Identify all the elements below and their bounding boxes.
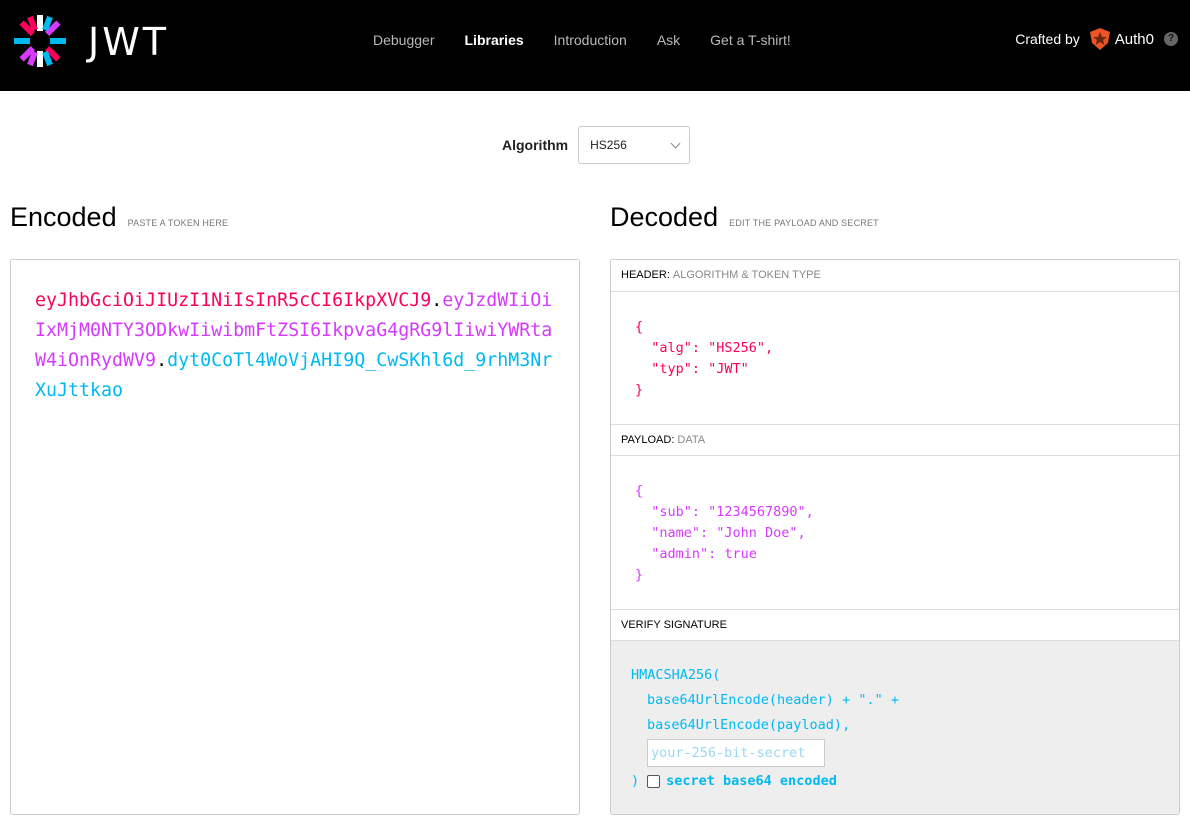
algorithm-row: Algorithm HS256 [502, 126, 691, 164]
header-json-editor[interactable]: { "alg": "HS256", "typ": "JWT" } [611, 292, 1179, 424]
crafted-by-label: Crafted by [1015, 31, 1080, 47]
base64-checkbox-label[interactable]: secret base64 encoded [666, 769, 837, 794]
sig-header-line: base64UrlEncode(header) + "." + [647, 692, 899, 708]
nav-link-get-tshirt[interactable]: Get a T-shirt! [710, 31, 791, 49]
signature-panel-title: VERIFY SIGNATURE [611, 609, 1179, 641]
nav-link-ask[interactable]: Ask [657, 31, 680, 49]
secret-input[interactable]: your-256-bit-secret [647, 739, 825, 767]
sig-close-paren: ) [631, 773, 640, 789]
signature-body: HMACSHA256( base64UrlEncode(header) + ".… [611, 641, 1179, 814]
payload-panel-hint: DATA [677, 434, 706, 446]
token-dot: . [431, 290, 443, 311]
decoded-panel: HEADER: ALGORITHM & TOKEN TYPE { "alg": "… [610, 259, 1180, 815]
header-panel-label: HEADER: [621, 269, 670, 281]
sig-close-line: ) secret base64 encoded [631, 769, 1159, 794]
chevron-down-icon [670, 138, 681, 149]
nav-link-debugger[interactable]: Debugger [373, 31, 435, 49]
nav-link-introduction[interactable]: Introduction [554, 31, 627, 49]
sig-payload-line: base64UrlEncode(payload), [647, 717, 851, 733]
algorithm-select[interactable]: HS256 [578, 126, 691, 164]
signature-panel-label: VERIFY SIGNATURE [621, 619, 727, 631]
top-nav: JWT Debugger Libraries Introduction Ask … [0, 0, 1190, 91]
algorithm-label: Algorithm [502, 137, 569, 153]
logo-text[interactable]: JWT [88, 20, 169, 64]
nav-link-libraries[interactable]: Libraries [465, 31, 524, 49]
auth0-brand: Auth0 [1114, 30, 1154, 48]
decoded-subtitle: EDIT THE PAYLOAD AND SECRET [729, 218, 879, 228]
encoded-heading: Encoded PASTE A TOKEN HERE [10, 202, 228, 233]
base64-checkbox[interactable] [647, 775, 661, 788]
help-icon[interactable]: ? [1164, 32, 1178, 46]
encoded-token[interactable]: eyJhbGciOiJIUzI1NiIsInR5cCI6IkpXVCJ9.eyJ… [35, 286, 555, 406]
payload-json-editor[interactable]: { "sub": "1234567890", "name": "John Doe… [611, 456, 1179, 609]
algorithm-selected-value: HS256 [590, 138, 627, 152]
decoded-title: Decoded [610, 202, 719, 232]
header-panel-hint: ALGORITHM & TOKEN TYPE [672, 269, 821, 281]
jwt-logo-icon[interactable] [10, 11, 70, 71]
token-dot: . [156, 350, 168, 371]
crafted-by[interactable]: Crafted by Auth0 ? [1015, 28, 1178, 50]
payload-panel-title: PAYLOAD: DATA [611, 424, 1179, 456]
nav-links: Debugger Libraries Introduction Ask Get … [373, 31, 821, 49]
encoded-title: Encoded [10, 202, 117, 232]
payload-panel-label: PAYLOAD: [621, 434, 675, 446]
encoded-token-editor[interactable]: eyJhbGciOiJIUzI1NiIsInR5cCI6IkpXVCJ9.eyJ… [10, 259, 580, 815]
header-panel-title: HEADER: ALGORITHM & TOKEN TYPE [611, 260, 1179, 292]
encoded-subtitle: PASTE A TOKEN HERE [127, 218, 229, 228]
auth0-shield-icon [1089, 28, 1110, 50]
token-header-part: eyJhbGciOiJIUzI1NiIsInR5cCI6IkpXVCJ9 [35, 290, 432, 311]
decoded-heading: Decoded EDIT THE PAYLOAD AND SECRET [610, 202, 879, 233]
sig-fn-line: HMACSHA256( [631, 667, 721, 683]
